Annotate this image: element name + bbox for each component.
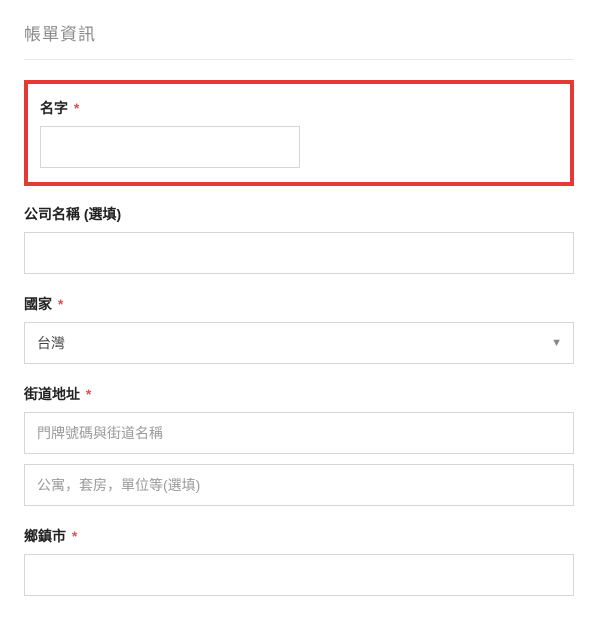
name-field-group-highlighted: 名字 * [24,80,574,186]
company-label: 公司名稱 (選填) [24,204,574,224]
name-label: 名字 * [40,98,558,118]
company-field-group: 公司名稱 (選填) [24,204,574,274]
country-label: 國家 * [24,294,574,314]
street-address-line1-input[interactable] [24,412,574,454]
city-field-group: 鄉鎮市 * [24,526,574,596]
country-select[interactable]: 台灣 [24,322,574,364]
required-asterisk: * [72,528,77,544]
city-label: 鄉鎮市 * [24,526,574,546]
section-title: 帳單資訊 [24,20,574,45]
company-input[interactable] [24,232,574,274]
city-input[interactable] [24,554,574,596]
name-input-wrap [40,126,300,168]
required-asterisk: * [74,100,79,116]
street-label-text: 街道地址 [24,386,80,402]
name-input[interactable] [40,126,300,168]
required-asterisk: * [58,296,63,312]
street-label: 街道地址 * [24,384,574,404]
country-label-text: 國家 [24,296,52,312]
country-field-group: 國家 * 台灣 ▼ [24,294,574,364]
required-asterisk: * [86,386,91,402]
section-divider [24,59,574,60]
street-field-group: 街道地址 * [24,384,574,506]
street-address-line2-input[interactable] [24,464,574,506]
name-label-text: 名字 [40,100,68,116]
country-select-wrap: 台灣 ▼ [24,322,574,364]
city-label-text: 鄉鎮市 [24,528,66,544]
